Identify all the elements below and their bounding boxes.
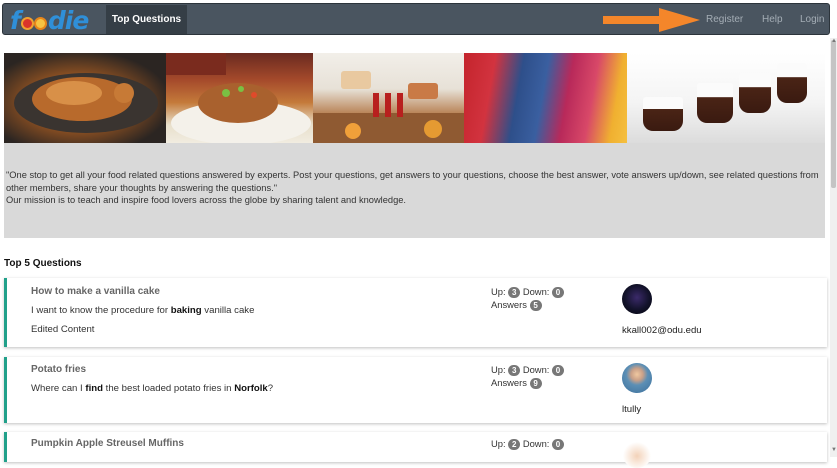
answers-count-badge: 5 (529, 300, 542, 311)
question-card[interactable]: How to make a vanilla cake I want to kno… (4, 278, 827, 347)
top-navbar: f die Top Questions Register Help Login (2, 3, 830, 35)
banner-image-plated-dish (166, 53, 313, 143)
food-banner (4, 53, 825, 143)
login-link[interactable]: Login (800, 4, 824, 34)
question-body: Where can I find the best loaded potato … (31, 383, 274, 394)
plated-dish-illustration (166, 53, 311, 143)
vote-stats: Up: 2 Down: 0 (491, 438, 564, 450)
up-count-badge: 3 (508, 365, 521, 376)
register-link[interactable]: Register (706, 4, 743, 34)
question-title[interactable]: Potato fries (31, 364, 86, 375)
down-count-badge: 0 (552, 365, 564, 376)
banner-image-berries (464, 53, 627, 143)
intro-mission: Our mission is to teach and inspire food… (6, 195, 406, 205)
banner-image-dessert-table (313, 53, 464, 143)
up-count-badge: 3 (508, 287, 521, 298)
answers-stat: Answers 9 (491, 377, 542, 389)
scroll-down-arrow-icon[interactable]: ▼ (831, 447, 837, 453)
tab-top-questions[interactable]: Top Questions (106, 5, 187, 34)
site-intro: "One stop to get all your food related q… (4, 143, 825, 238)
banner-image-chocolate-mousse (627, 53, 825, 143)
intro-quote: "One stop to get all your food related q… (6, 170, 819, 193)
logo-letters-die: die (47, 5, 89, 35)
question-title[interactable]: Pumpkin Apple Streusel Muffins (31, 438, 184, 449)
logo-donut-icon (20, 11, 47, 30)
annotation-arrow-icon (603, 8, 700, 32)
down-count-badge: 0 (552, 287, 564, 298)
help-link[interactable]: Help (762, 4, 783, 34)
question-author[interactable]: kkall002@odu.edu (622, 325, 702, 336)
avatar[interactable] (622, 438, 652, 468)
logo-letter-f: f (10, 5, 21, 35)
answers-count-badge: 9 (529, 378, 542, 389)
question-author[interactable]: ltully (622, 404, 641, 415)
section-title-top-questions: Top 5 Questions (4, 258, 82, 269)
question-body: I want to know the procedure for baking … (31, 305, 255, 316)
avatar[interactable] (622, 363, 652, 393)
dessert-table-illustration (313, 71, 464, 143)
vote-stats: Up: 3 Down: 0 (491, 286, 564, 298)
down-count-badge: 0 (552, 439, 564, 450)
vote-stats: Up: 3 Down: 0 (491, 364, 564, 376)
banner-image-roast-chicken (4, 53, 166, 143)
roast-chicken-illustration (14, 73, 158, 133)
up-count-badge: 2 (508, 439, 521, 450)
question-card[interactable]: Potato fries Where can I find the best l… (4, 357, 827, 423)
scroll-up-arrow-icon[interactable]: ▲ (831, 38, 837, 44)
question-title[interactable]: How to make a vanilla cake (31, 286, 160, 297)
foodie-logo[interactable]: f die (10, 5, 89, 35)
avatar[interactable] (622, 284, 652, 314)
edited-note: Edited Content (31, 324, 95, 335)
answers-stat: Answers 5 (491, 299, 542, 311)
question-card[interactable]: Pumpkin Apple Streusel Muffins Up: 2 Dow… (4, 432, 827, 468)
scrollbar-thumb[interactable] (831, 40, 836, 188)
